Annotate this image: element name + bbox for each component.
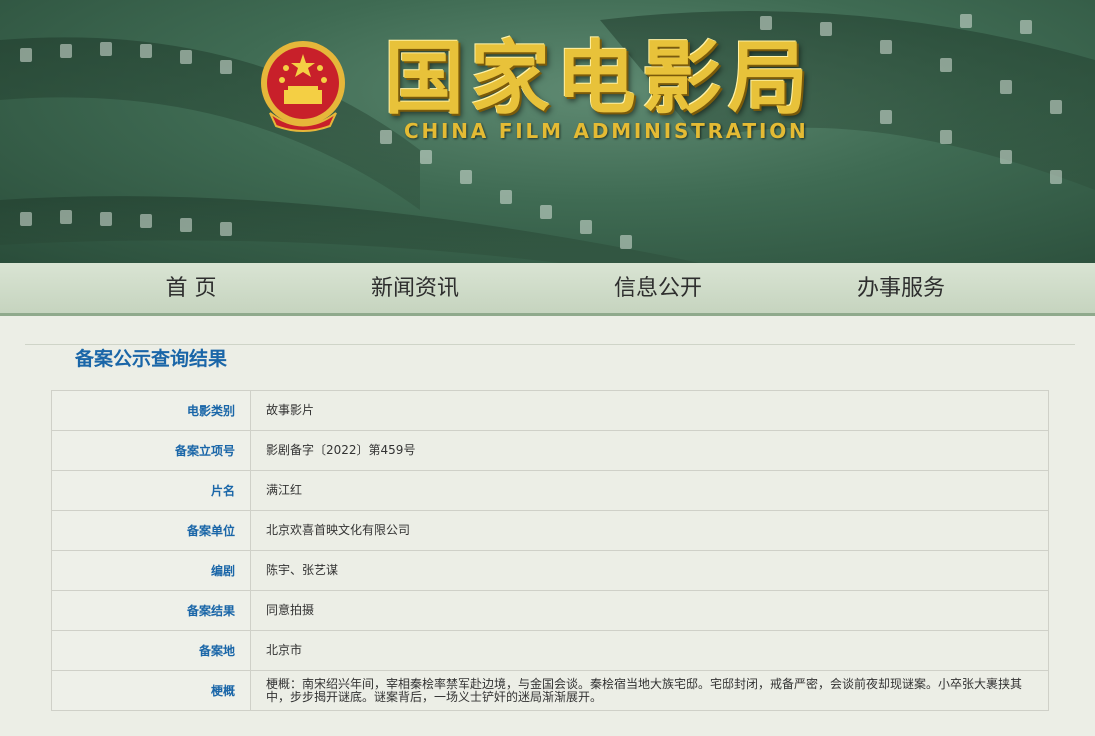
filing-result-table: 电影类别 故事影片 备案立项号 影剧备字〔2022〕第459号 片名 满江红 备…: [51, 390, 1049, 711]
main-navigation: 首 页 新闻资讯 信息公开 办事服务: [0, 263, 1095, 316]
table-row: 梗概 梗概：南宋绍兴年间，宰相秦桧率禁军赴边境，与金国会谈。秦桧宿当地大族宅邸。…: [51, 670, 1049, 711]
nav-services[interactable]: 办事服务: [811, 263, 991, 313]
header-banner: 国家电影局 CHINA FILM ADMINISTRATION: [0, 0, 1095, 263]
row-label: 电影类别: [51, 390, 251, 431]
row-value: 影剧备字〔2022〕第459号: [250, 430, 1049, 471]
national-emblem-icon: [261, 41, 345, 132]
row-label: 编剧: [51, 550, 251, 591]
page-title: 备案公示查询结果: [75, 348, 228, 370]
table-row: 电影类别 故事影片: [51, 390, 1049, 431]
nav-information-disclosure[interactable]: 信息公开: [568, 263, 748, 313]
row-label: 备案地: [51, 630, 251, 671]
row-value-synopsis: 梗概：南宋绍兴年间，宰相秦桧率禁军赴边境，与金国会谈。秦桧宿当地大族宅邸。宅邸封…: [250, 670, 1049, 711]
row-label: 片名: [51, 470, 251, 511]
table-row: 备案结果 同意拍摄: [51, 590, 1049, 631]
table-row: 备案地 北京市: [51, 630, 1049, 671]
table-row: 备案单位 北京欢喜首映文化有限公司: [51, 510, 1049, 551]
row-value: 同意拍摄: [250, 590, 1049, 631]
site-title-english: CHINA FILM ADMINISTRATION: [404, 119, 809, 143]
table-row: 编剧 陈宇、张艺谋: [51, 550, 1049, 591]
row-label: 备案单位: [51, 510, 251, 551]
row-value: 北京市: [250, 630, 1049, 671]
row-label: 备案结果: [51, 590, 251, 631]
row-label: 备案立项号: [51, 430, 251, 471]
row-value: 满江红: [250, 470, 1049, 511]
table-row: 备案立项号 影剧备字〔2022〕第459号: [51, 430, 1049, 471]
row-value: 陈宇、张艺谋: [250, 550, 1049, 591]
row-value: 故事影片: [250, 390, 1049, 431]
nav-home[interactable]: 首 页: [101, 263, 281, 313]
row-label: 梗概: [51, 670, 251, 711]
content-area: 备案公示查询结果 电影类别 故事影片 备案立项号 影剧备字〔2022〕第459号…: [25, 344, 1075, 736]
site-title-chinese: 国家电影局: [384, 31, 814, 125]
table-row: 片名 满江红: [51, 470, 1049, 511]
nav-news[interactable]: 新闻资讯: [325, 263, 505, 313]
row-value: 北京欢喜首映文化有限公司: [250, 510, 1049, 551]
